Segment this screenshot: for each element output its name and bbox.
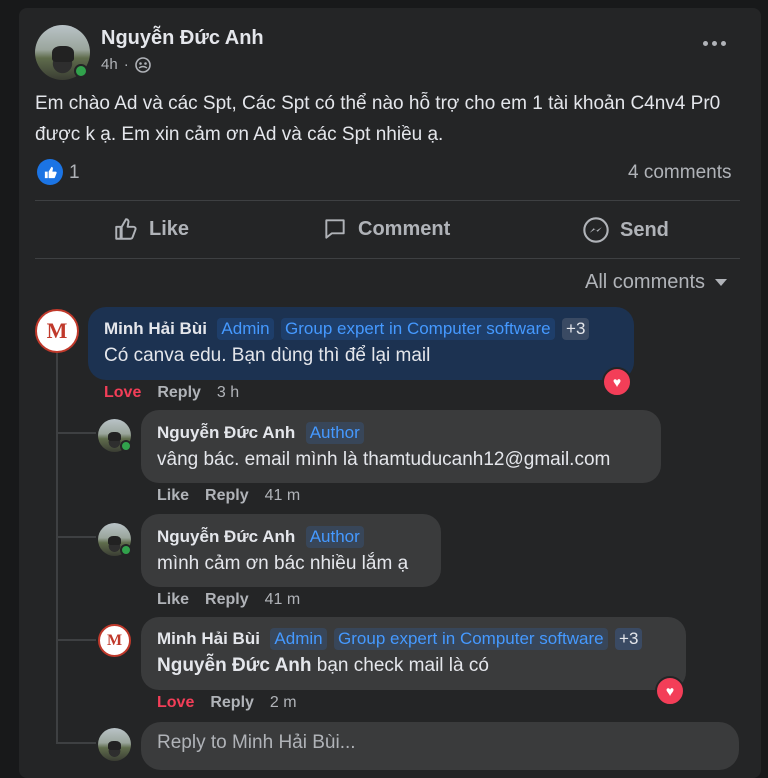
comment-text: Có canva edu. Bạn dùng thì để lại mail xyxy=(104,345,431,366)
reply-action[interactable]: Reply xyxy=(210,694,254,712)
reply-action[interactable]: Reply xyxy=(205,591,249,609)
comment-time[interactable]: 41 m xyxy=(265,591,301,609)
like-button[interactable]: Like xyxy=(113,216,189,242)
thread-line-vertical xyxy=(56,352,58,744)
post-time[interactable]: 4h xyxy=(101,56,118,73)
love-reaction-icon[interactable]: ♥ xyxy=(655,676,685,706)
post-author-name[interactable]: Nguyễn Đức Anh xyxy=(101,27,264,50)
admin-badge[interactable]: Admin xyxy=(270,628,327,650)
reaction-count[interactable]: 1 xyxy=(69,162,80,184)
expert-badge[interactable]: Group expert in Computer software xyxy=(281,318,555,340)
reply-input[interactable]: Reply to Minh Hải Bùi... xyxy=(141,722,739,770)
more-badges[interactable]: +3 xyxy=(615,628,643,650)
love-reaction-icon[interactable]: ♥ xyxy=(602,367,632,397)
reply-action[interactable]: Reply xyxy=(205,487,249,505)
more-options-icon[interactable] xyxy=(703,41,726,46)
author-badge[interactable]: Author xyxy=(305,526,364,548)
comment-actions: Love Reply 3 h xyxy=(104,384,239,402)
more-badges[interactable]: +3 xyxy=(562,318,590,340)
comment-time[interactable]: 41 m xyxy=(265,487,301,505)
love-action[interactable]: Love xyxy=(157,694,194,712)
sort-label: All comments xyxy=(585,271,706,293)
like-action[interactable]: Like xyxy=(157,591,189,609)
comment-time[interactable]: 3 h xyxy=(217,384,239,402)
thread-connector-4 xyxy=(56,742,96,744)
comment-actions: Like Reply 41 m xyxy=(157,591,300,609)
comment-text-body: bạn check mail là có xyxy=(311,655,489,676)
comment-text: Nguyễn Đức Anh bạn check mail là có xyxy=(157,655,489,677)
comment-header: Minh Hải Bùi Admin Group expert in Compu… xyxy=(157,628,643,650)
reply-action[interactable]: Reply xyxy=(157,384,201,402)
comment-bubble xyxy=(141,514,441,587)
comment-header: Nguyễn Đức Anh Author xyxy=(157,422,364,444)
comments-count[interactable]: 4 comments xyxy=(628,162,731,184)
comment-label: Comment xyxy=(358,217,451,240)
current-user-avatar[interactable] xyxy=(98,728,131,761)
thread-connector-3 xyxy=(56,639,96,641)
love-action[interactable]: Love xyxy=(104,384,141,402)
like-reaction-icon[interactable] xyxy=(37,159,63,185)
divider-top xyxy=(35,200,740,201)
online-status-indicator xyxy=(120,440,132,452)
comment-header: Minh Hải Bùi Admin Group expert in Compu… xyxy=(104,318,590,340)
comment-sort-dropdown[interactable]: All comments xyxy=(585,271,728,294)
online-status-indicator xyxy=(74,64,88,78)
send-label: Send xyxy=(620,218,669,241)
post-meta: 4h · xyxy=(101,56,151,73)
group-audience-icon xyxy=(134,56,151,73)
expert-badge[interactable]: Group expert in Computer software xyxy=(334,628,608,650)
comment-button[interactable]: Comment xyxy=(322,216,450,242)
comment-text: vâng bác. email mình là thamtuducanh12@g… xyxy=(157,449,611,470)
comment-header: Nguyễn Đức Anh Author xyxy=(157,526,364,548)
commenter-name[interactable]: Minh Hải Bùi xyxy=(157,629,260,648)
post-body-text: Em chào Ad và các Spt, Các Spt có thể nà… xyxy=(35,93,721,145)
send-button[interactable]: Send xyxy=(582,216,669,244)
commenter-name[interactable]: Nguyễn Đức Anh xyxy=(157,423,295,442)
commenter-name[interactable]: Nguyễn Đức Anh xyxy=(157,527,295,546)
like-action[interactable]: Like xyxy=(157,487,189,505)
divider-bottom xyxy=(35,258,740,259)
comment-time[interactable]: 2 m xyxy=(270,694,297,712)
comment-bubble xyxy=(141,410,661,483)
commenter-avatar[interactable]: M xyxy=(35,309,79,353)
online-status-indicator xyxy=(120,544,132,556)
thread-connector-2 xyxy=(56,536,96,538)
comment-actions: Love Reply 2 m xyxy=(157,694,297,712)
thread-connector-1 xyxy=(56,432,96,434)
caret-down-icon xyxy=(715,278,728,286)
commenter-avatar[interactable]: M xyxy=(98,624,131,657)
author-badge[interactable]: Author xyxy=(305,422,364,444)
admin-badge[interactable]: Admin xyxy=(217,318,274,340)
mention-link[interactable]: Nguyễn Đức Anh xyxy=(157,655,312,676)
comment-icon xyxy=(325,219,345,239)
commenter-name[interactable]: Minh Hải Bùi xyxy=(104,319,207,338)
comment-text: mình cảm ơn bác nhiều lắm ạ xyxy=(157,553,409,574)
thumbs-up-icon xyxy=(115,218,137,240)
messenger-icon xyxy=(583,217,609,243)
like-label: Like xyxy=(149,217,190,240)
comment-actions: Like Reply 41 m xyxy=(157,487,300,505)
